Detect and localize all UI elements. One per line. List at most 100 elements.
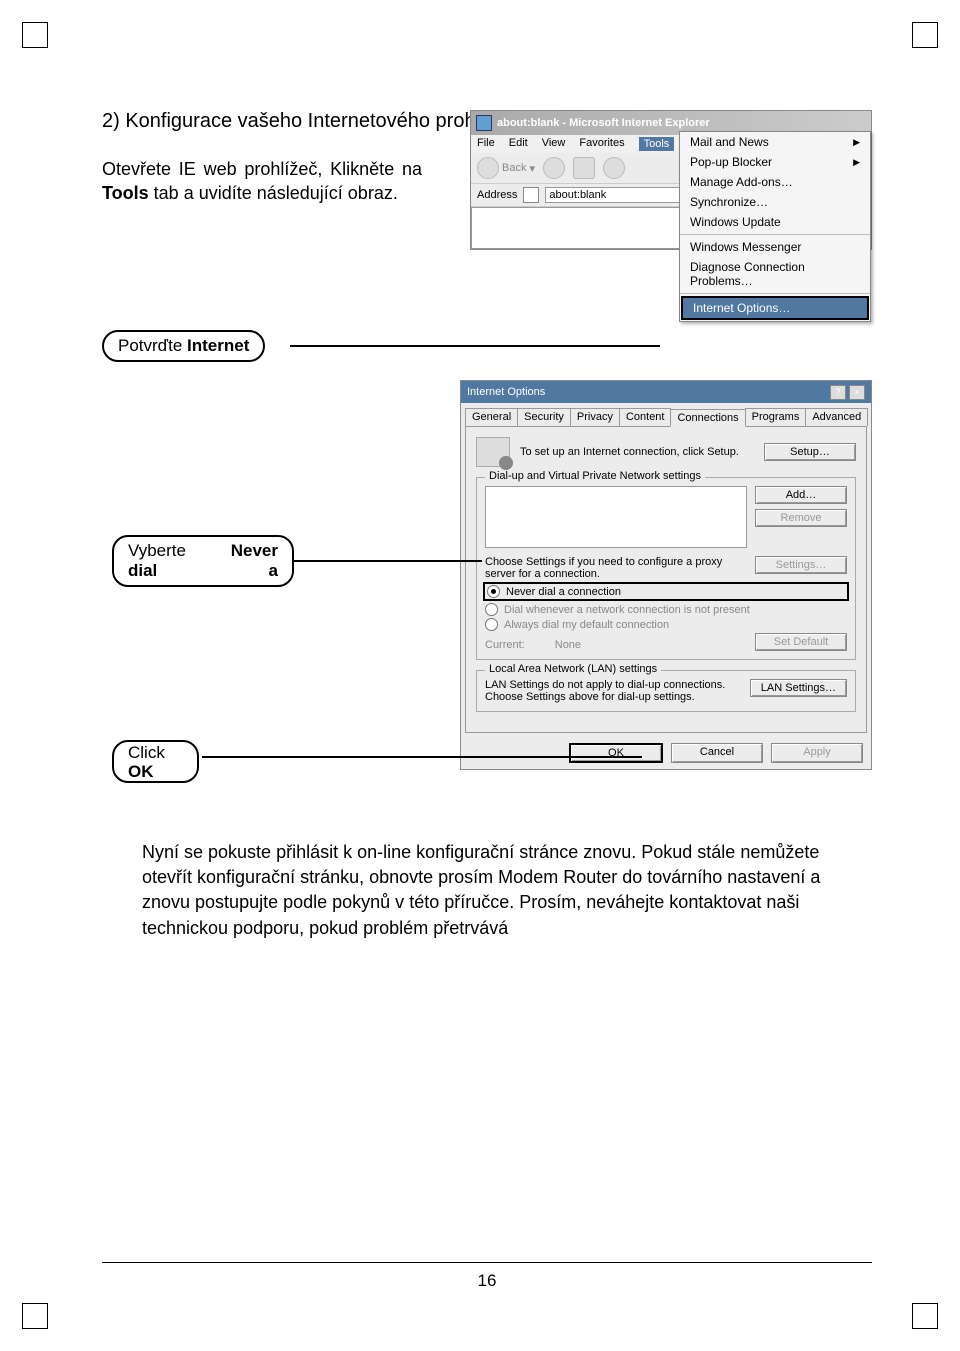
help-icon[interactable]: ? bbox=[830, 385, 846, 400]
dd-update[interactable]: Windows Update bbox=[680, 212, 870, 232]
dd-separator bbox=[680, 234, 870, 235]
dd-sync[interactable]: Synchronize… bbox=[680, 192, 870, 212]
chevron-right-icon: ▶ bbox=[853, 137, 860, 148]
radio-dial-no-network[interactable]: Dial whenever a network connection is no… bbox=[485, 603, 847, 616]
cancel-button[interactable]: Cancel bbox=[671, 743, 763, 763]
connection-icon bbox=[476, 437, 510, 467]
dd-messenger[interactable]: Windows Messenger bbox=[680, 237, 870, 257]
menu-edit[interactable]: Edit bbox=[509, 137, 528, 151]
crop-mark-icon bbox=[22, 22, 48, 48]
tab-programs[interactable]: Programs bbox=[745, 408, 807, 426]
radio-icon bbox=[487, 585, 500, 598]
menu-file[interactable]: File bbox=[477, 137, 495, 151]
proxy-text: Choose Settings if you need to configure… bbox=[485, 556, 747, 580]
settings-button: Settings… bbox=[755, 556, 847, 574]
radio-never-dial[interactable]: Never dial a connection bbox=[483, 582, 849, 601]
radio-always-dial[interactable]: Always dial my default connection bbox=[485, 618, 847, 631]
callout-ok: Click OK bbox=[112, 740, 199, 783]
ie-title-text: about:blank - Microsoft Internet Explore… bbox=[497, 117, 710, 129]
radio-icon bbox=[485, 603, 498, 616]
refresh-icon[interactable] bbox=[603, 157, 625, 179]
dd-internet-options[interactable]: Internet Options… bbox=[681, 296, 869, 320]
fs1-legend: Dial-up and Virtual Private Network sett… bbox=[485, 470, 705, 482]
page-number: 16 bbox=[102, 1271, 872, 1291]
callout-internet: Potvrďte Internet bbox=[102, 330, 265, 362]
callout-text: Click bbox=[128, 744, 183, 763]
intro-paragraph: Otevřete IE web prohlížeč, Klikněte na T… bbox=[102, 157, 422, 206]
callout-never-dial: Vyberte Never dial a bbox=[112, 535, 294, 587]
add-button[interactable]: Add… bbox=[755, 486, 847, 504]
ie-window: about:blank - Microsoft Internet Explore… bbox=[470, 110, 872, 250]
menu-view[interactable]: View bbox=[542, 137, 566, 151]
tab-body: To set up an Internet connection, click … bbox=[465, 426, 867, 733]
callout-bold: Never bbox=[231, 541, 278, 561]
connections-listbox[interactable] bbox=[485, 486, 747, 548]
tab-general[interactable]: General bbox=[465, 408, 518, 426]
internet-options-dialog: Internet Options ? × General Security Pr… bbox=[460, 380, 872, 770]
stop-icon[interactable] bbox=[573, 157, 595, 179]
tab-connections[interactable]: Connections bbox=[670, 409, 745, 427]
page-icon bbox=[523, 187, 539, 203]
current-value: None bbox=[555, 639, 581, 651]
callout-text: Potvrďte bbox=[118, 336, 187, 355]
io-titlebar: Internet Options ? × bbox=[461, 381, 871, 403]
intro-bold: Tools bbox=[102, 183, 149, 203]
radio-label: Dial whenever a network connection is no… bbox=[504, 604, 750, 616]
close-icon[interactable]: × bbox=[849, 385, 865, 400]
menu-tools[interactable]: Tools bbox=[639, 137, 675, 151]
io-title-text: Internet Options bbox=[467, 386, 545, 398]
body-paragraph: Nyní se pokuste přihlásit k on-line konf… bbox=[142, 840, 872, 941]
radio-icon bbox=[485, 618, 498, 631]
dialog-buttons: OK Cancel Apply bbox=[461, 737, 871, 769]
dd-popup[interactable]: Pop-up Blocker▶ bbox=[680, 152, 870, 172]
apply-button: Apply bbox=[771, 743, 863, 763]
content-area: 2) Konfigurace vašeho Internetového proh… bbox=[102, 110, 872, 1291]
tab-privacy[interactable]: Privacy bbox=[570, 408, 620, 426]
set-default-button: Set Default bbox=[755, 633, 847, 651]
back-icon bbox=[477, 157, 499, 179]
page: 2) Konfigurace vašeho Internetového proh… bbox=[0, 0, 960, 1351]
ie-icon bbox=[476, 115, 492, 131]
radio-label: Never dial a connection bbox=[506, 586, 621, 598]
tab-security[interactable]: Security bbox=[517, 408, 571, 426]
callout-text: Vyberte bbox=[128, 541, 186, 561]
setup-button[interactable]: Setup… bbox=[764, 443, 856, 461]
crop-mark-icon bbox=[912, 1303, 938, 1329]
callout-line bbox=[290, 345, 660, 347]
dd-addons[interactable]: Manage Add-ons… bbox=[680, 172, 870, 192]
intro-text: Otevřete IE web prohlížeč, Klikněte na bbox=[102, 159, 422, 179]
lan-fieldset: Local Area Network (LAN) settings LAN Se… bbox=[476, 670, 856, 712]
page-footer: 16 bbox=[102, 1262, 872, 1291]
setup-text: To set up an Internet connection, click … bbox=[520, 446, 754, 458]
forward-icon[interactable] bbox=[543, 157, 565, 179]
tab-content[interactable]: Content bbox=[619, 408, 672, 426]
crop-mark-icon bbox=[22, 1303, 48, 1329]
intro-text-2: tab a uvidíte následující obraz. bbox=[149, 183, 398, 203]
callout-bold: a bbox=[269, 561, 278, 581]
remove-button: Remove bbox=[755, 509, 847, 527]
callout-bold: dial bbox=[128, 561, 157, 581]
fs2-legend: Local Area Network (LAN) settings bbox=[485, 663, 661, 675]
menu-favorites[interactable]: Favorites bbox=[579, 137, 624, 151]
lan-settings-button[interactable]: LAN Settings… bbox=[750, 679, 847, 697]
lan-text: LAN Settings do not apply to dial-up con… bbox=[485, 679, 742, 703]
callout-line bbox=[202, 756, 642, 758]
callout-bold: Internet bbox=[187, 336, 249, 355]
dd-diagnose[interactable]: Diagnose Connection Problems… bbox=[680, 257, 870, 291]
io-tabs: General Security Privacy Content Connect… bbox=[461, 403, 871, 426]
address-label: Address bbox=[477, 189, 517, 201]
back-button[interactable]: Back ▾ bbox=[477, 157, 535, 179]
callout-bold: OK bbox=[128, 763, 183, 782]
tab-advanced[interactable]: Advanced bbox=[805, 408, 868, 426]
dialup-fieldset: Dial-up and Virtual Private Network sett… bbox=[476, 477, 856, 660]
crop-mark-icon bbox=[912, 22, 938, 48]
tools-dropdown: Mail and News▶ Pop-up Blocker▶ Manage Ad… bbox=[679, 131, 871, 322]
footer-rule bbox=[102, 1262, 872, 1263]
dd-separator bbox=[680, 293, 870, 294]
dd-mail[interactable]: Mail and News▶ bbox=[680, 132, 870, 152]
chevron-right-icon: ▶ bbox=[853, 157, 860, 168]
current-label: Current: bbox=[485, 639, 525, 651]
radio-label: Always dial my default connection bbox=[504, 619, 669, 631]
ok-button[interactable]: OK bbox=[569, 743, 663, 763]
back-label: Back bbox=[502, 162, 526, 174]
